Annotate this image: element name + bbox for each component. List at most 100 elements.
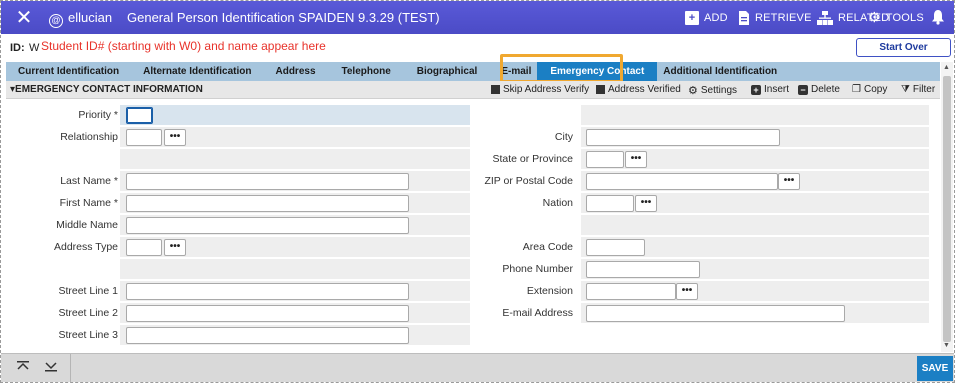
- add-label: ADD: [704, 12, 728, 24]
- nation-lookup-button[interactable]: •••: [635, 195, 657, 212]
- state-input[interactable]: [586, 151, 624, 168]
- brand-logo: @ ellucian: [49, 10, 112, 28]
- insert-button[interactable]: + Insert: [751, 84, 789, 95]
- id-annotation: Student ID# (starting with W0) and name …: [41, 39, 326, 53]
- state-lookup-button[interactable]: •••: [625, 151, 647, 168]
- zip-label: ZIP or Postal Code: [484, 175, 573, 187]
- phone-input[interactable]: [586, 261, 700, 278]
- vertical-scrollbar[interactable]: ▲ ▼: [941, 62, 953, 352]
- extension-input[interactable]: [586, 283, 676, 300]
- extension-lookup-button[interactable]: •••: [676, 283, 698, 300]
- last-page-icon[interactable]: [39, 358, 63, 378]
- section-title[interactable]: ▾EMERGENCY CONTACT INFORMATION: [10, 84, 203, 95]
- scroll-down-icon[interactable]: ▼: [943, 342, 950, 349]
- gear-icon: ⚙: [688, 84, 698, 97]
- zip-lookup-button[interactable]: •••: [778, 173, 800, 190]
- gear-icon: ⚙: [868, 10, 881, 26]
- priority-input[interactable]: [126, 107, 153, 124]
- tab-address[interactable]: Address: [275, 62, 315, 81]
- city-input[interactable]: [586, 129, 780, 146]
- street3-input[interactable]: [126, 327, 409, 344]
- street3-label: Street Line 3: [58, 329, 118, 341]
- bottom-bar: SAVE: [1, 353, 954, 382]
- first-name-input[interactable]: [126, 195, 409, 212]
- middle-name-input[interactable]: [126, 217, 409, 234]
- phone-label: Phone Number: [502, 263, 573, 275]
- address-verified-checkbox[interactable]: Address Verified: [596, 84, 681, 95]
- page-title: General Person Identification SPAIDEN 9.…: [127, 10, 440, 25]
- state-label: State or Province: [492, 153, 573, 165]
- key-block: ID: W Student ID# (starting with W0) and…: [1, 34, 954, 61]
- city-label: City: [554, 131, 573, 143]
- extension-label: Extension: [526, 285, 573, 297]
- id-value[interactable]: W: [29, 42, 39, 54]
- address-type-lookup-button[interactable]: •••: [164, 239, 186, 256]
- relationship-label: Relationship: [60, 131, 118, 143]
- last-name-label: Last Name *: [60, 175, 118, 187]
- id-label: ID:: [10, 42, 25, 54]
- area-code-label: Area Code: [522, 241, 573, 253]
- address-type-input[interactable]: [126, 239, 162, 256]
- tools-button[interactable]: ⚙ TOOLS: [868, 9, 924, 27]
- brand-name: ellucian: [68, 10, 113, 25]
- first-page-icon[interactable]: [11, 358, 35, 378]
- tab-alternate-identification[interactable]: Alternate Identification: [143, 62, 251, 81]
- copy-icon: ❐: [852, 84, 861, 95]
- document-icon: [739, 11, 749, 25]
- tab-biographical[interactable]: Biographical: [417, 62, 478, 81]
- tab-additional-identification[interactable]: Additional Identification: [663, 62, 777, 81]
- tab-bar: Current Identification Alternate Identif…: [6, 62, 940, 81]
- tab-current-identification[interactable]: Current Identification: [18, 62, 119, 81]
- add-button[interactable]: + ADD: [685, 9, 728, 27]
- last-name-input[interactable]: [126, 173, 409, 190]
- start-over-button[interactable]: Start Over: [856, 38, 951, 57]
- priority-cell: [120, 105, 470, 125]
- email-label: E-mail Address: [502, 307, 573, 319]
- tab-telephone[interactable]: Telephone: [342, 62, 391, 81]
- street2-input[interactable]: [126, 305, 409, 322]
- skip-address-verify-checkbox[interactable]: Skip Address Verify: [491, 84, 589, 95]
- retrieve-label: RETRIEVE: [755, 12, 812, 24]
- tools-label: TOOLS: [885, 12, 924, 24]
- relationship-lookup-button[interactable]: •••: [164, 129, 186, 146]
- nation-input[interactable]: [586, 195, 634, 212]
- retrieve-button[interactable]: RETRIEVE: [738, 9, 812, 27]
- street1-input[interactable]: [126, 283, 409, 300]
- nation-label: Nation: [542, 197, 573, 209]
- relationship-input[interactable]: [126, 129, 162, 146]
- filter-icon: ⧩: [901, 84, 910, 95]
- first-name-label: First Name *: [59, 197, 118, 209]
- blank-cell: [120, 149, 470, 169]
- minus-icon: −: [798, 84, 808, 95]
- priority-label: Priority *: [78, 109, 118, 121]
- street2-label: Street Line 2: [58, 307, 118, 319]
- checkbox-icon: [596, 85, 605, 94]
- address-type-label: Address Type: [53, 241, 118, 253]
- emergency-contact-form: Priority * Relationship Last Name * Firs…: [6, 99, 940, 349]
- checkbox-icon: [491, 85, 500, 94]
- plus-icon: +: [751, 84, 761, 95]
- middle-name-label: Middle Name: [56, 219, 118, 231]
- section-header: ▾EMERGENCY CONTACT INFORMATION Skip Addr…: [6, 81, 940, 99]
- divider: [70, 354, 71, 382]
- settings-button[interactable]: ⚙ Settings: [688, 84, 737, 97]
- blank-cell: [120, 259, 470, 279]
- email-input[interactable]: [586, 305, 845, 322]
- street1-label: Street Line 1: [58, 285, 118, 297]
- close-icon[interactable]: ✕: [14, 7, 34, 27]
- add-icon: +: [685, 11, 699, 25]
- bell-icon[interactable]: [931, 9, 945, 25]
- scrollbar-thumb[interactable]: [943, 76, 951, 342]
- blank-cell: [581, 215, 929, 235]
- area-code-input[interactable]: [586, 239, 645, 256]
- sitemap-icon: [817, 11, 833, 25]
- filter-button[interactable]: ⧩ Filter: [901, 84, 935, 95]
- blank-cell: [581, 105, 929, 125]
- top-bar: ✕ @ ellucian General Person Identificatio…: [1, 1, 954, 34]
- scroll-up-icon[interactable]: ▲: [943, 64, 950, 71]
- save-button[interactable]: SAVE: [917, 356, 953, 381]
- zip-input[interactable]: [586, 173, 778, 190]
- delete-button[interactable]: − Delete: [798, 84, 840, 95]
- ellucian-logo-icon: @: [49, 14, 63, 28]
- copy-button[interactable]: ❐ Copy: [852, 84, 887, 95]
